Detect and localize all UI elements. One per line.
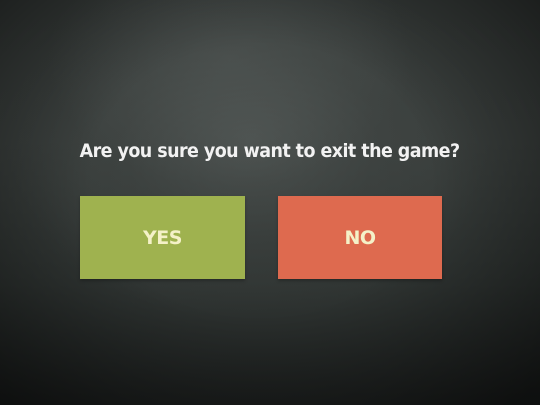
no-button[interactable]: NO <box>278 196 442 279</box>
dialog-title: Are you sure you want to exit the game? <box>79 140 460 162</box>
yes-button[interactable]: YES <box>80 196 245 279</box>
exit-confirmation-screen: Are you sure you want to exit the game? … <box>0 0 540 405</box>
